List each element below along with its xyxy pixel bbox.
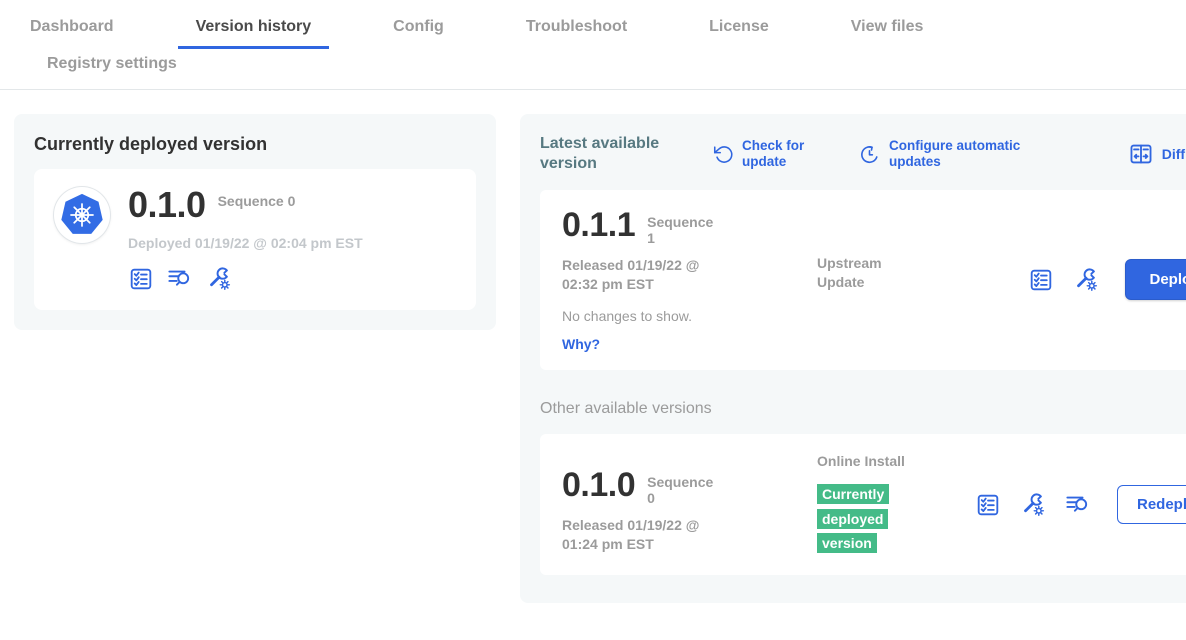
deploy-logs-icon[interactable]	[166, 265, 193, 292]
latest-sequence-label: Sequence 1	[647, 214, 717, 246]
nav-row-1: Dashboard Version history Config Trouble…	[0, 6, 1186, 49]
deployed-sequence-label: Sequence 0	[218, 193, 296, 209]
configure-automatic-updates-link[interactable]: Configure automatic updates	[858, 138, 1029, 169]
other-release-timestamp: Released 01/19/22 @ 01:24 pm EST	[562, 516, 722, 554]
kubernetes-logo	[54, 187, 110, 243]
preflight-checks-icon[interactable]	[975, 492, 1001, 518]
latest-available-panel: Latest available version Check for updat…	[520, 114, 1186, 603]
other-actions: Redeploy	[975, 452, 1186, 557]
main-nav: Dashboard Version history Config Trouble…	[0, 0, 1186, 90]
tab-version-history[interactable]: Version history	[178, 6, 330, 49]
nav-row-2: Registry settings	[0, 49, 1186, 89]
deployed-actions	[128, 265, 363, 292]
latest-version-number: 0.1.1	[562, 208, 635, 242]
refresh-icon	[712, 143, 734, 165]
other-sequence-label: Sequence 0	[647, 474, 717, 506]
tab-view-files[interactable]: View files	[833, 6, 942, 49]
deployed-timestamp: Deployed 01/19/22 @ 02:04 pm EST	[128, 235, 363, 251]
check-for-update-label: Check for update	[742, 138, 820, 169]
tab-config[interactable]: Config	[375, 6, 462, 49]
latest-source-label: Upstream Update	[817, 254, 907, 292]
diff-versions-label: Diff versions	[1162, 146, 1186, 162]
changelog-text: No changes to show.	[562, 308, 817, 324]
deployed-version-card: 0.1.0 Sequence 0 Deployed 01/19/22 @ 02:…	[34, 169, 476, 310]
currently-deployed-title: Currently deployed version	[34, 134, 476, 155]
tab-dashboard[interactable]: Dashboard	[12, 6, 132, 49]
check-for-update-link[interactable]: Check for update	[712, 138, 820, 169]
deployed-version-details: 0.1.0 Sequence 0 Deployed 01/19/22 @ 02:…	[128, 187, 363, 292]
latest-source-column: Upstream Update	[817, 208, 975, 352]
other-versions-label: Other available versions	[540, 400, 1186, 418]
latest-release-timestamp: Released 01/19/22 @ 02:32 pm EST	[562, 256, 722, 294]
deployed-badge-wrap: Currently deployed version	[817, 483, 899, 557]
diff-versions-link[interactable]: Diff versions	[1128, 141, 1186, 167]
latest-version-info: 0.1.1 Sequence 1 Released 01/19/22 @ 02:…	[562, 208, 817, 352]
currently-deployed-panel: Currently deployed version	[14, 114, 496, 330]
other-source-column: Online Install Currently deployed versio…	[817, 452, 975, 557]
other-version-number: 0.1.0	[562, 468, 635, 502]
other-source-label: Online Install	[817, 452, 907, 471]
config-icon[interactable]	[205, 265, 232, 292]
tab-troubleshoot[interactable]: Troubleshoot	[508, 6, 645, 49]
diff-icon	[1128, 141, 1154, 167]
tab-registry-settings[interactable]: Registry settings	[29, 49, 195, 89]
helm-wheel-icon	[67, 200, 97, 230]
latest-actions: Deploy	[975, 208, 1186, 352]
currently-deployed-badge: Currently deployed version	[817, 484, 889, 554]
deploy-button[interactable]: Deploy	[1125, 259, 1186, 300]
version-history-page: Currently deployed version	[0, 90, 1186, 603]
preflight-checks-icon[interactable]	[1028, 267, 1054, 293]
config-icon[interactable]	[1019, 491, 1046, 518]
latest-version-card: 0.1.1 Sequence 1 Released 01/19/22 @ 02:…	[540, 190, 1186, 370]
latest-available-header: Latest available version Check for updat…	[540, 134, 1186, 174]
why-link[interactable]: Why?	[562, 336, 817, 352]
kubernetes-heptagon	[60, 193, 104, 237]
tab-license[interactable]: License	[691, 6, 787, 49]
other-version-card: 0.1.0 Sequence 0 Released 01/19/22 @ 01:…	[540, 434, 1186, 575]
deploy-logs-icon[interactable]	[1064, 491, 1091, 518]
deployed-version-number: 0.1.0	[128, 187, 206, 223]
other-version-info: 0.1.0 Sequence 0 Released 01/19/22 @ 01:…	[562, 452, 817, 557]
config-icon[interactable]	[1072, 266, 1099, 293]
preflight-checks-icon[interactable]	[128, 266, 154, 292]
redeploy-button[interactable]: Redeploy	[1117, 485, 1186, 524]
configure-automatic-updates-label: Configure automatic updates	[889, 138, 1029, 169]
latest-available-title: Latest available version	[540, 134, 690, 174]
schedule-update-icon	[858, 143, 881, 166]
